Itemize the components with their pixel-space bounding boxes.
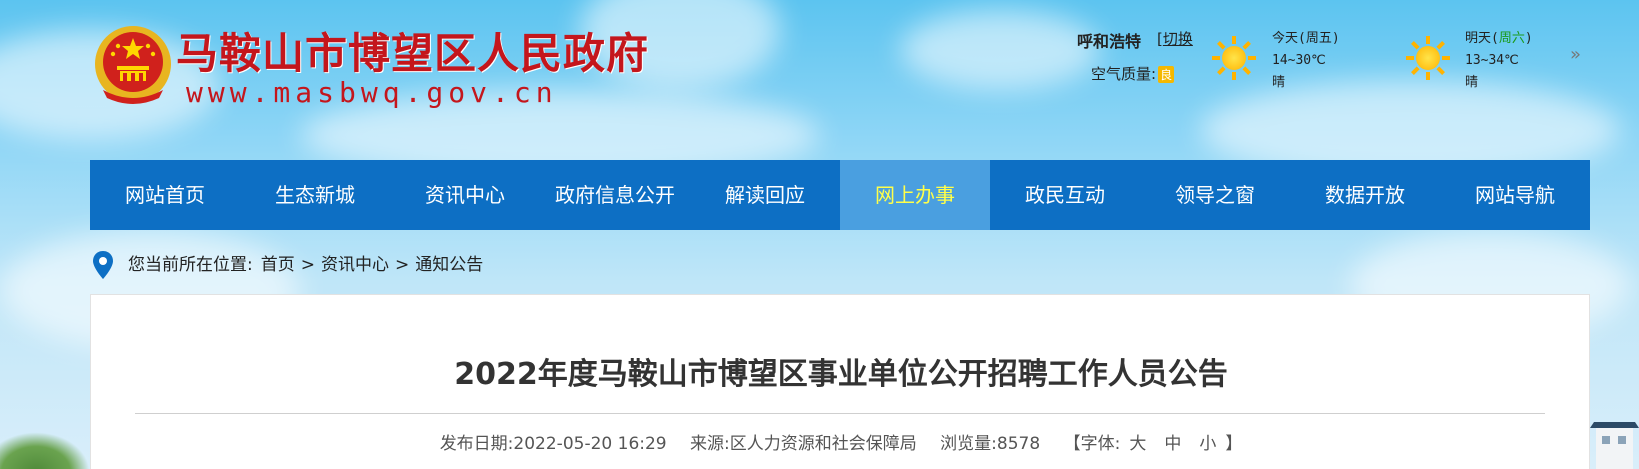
title-divider [135, 413, 1545, 414]
tomorrow-condition: 晴 [1465, 75, 1479, 90]
weather-tomorrow: 明天(周六) 13~34℃ 晴 [1465, 28, 1533, 94]
view-count: 浏览量:8578 [940, 434, 1040, 454]
site-header: 马鞍山市博望区人民政府 www.masbwq.gov.cn 呼和浩特 [切换 空… [0, 0, 1639, 160]
article-meta: 发布日期:2022-05-20 16:29 来源:区人力资源和社会保障局 浏览量… [91, 429, 1591, 454]
breadcrumb: 您当前所在位置: 首页 > 资讯中心 > 通知公告 [92, 250, 483, 280]
nav-item-open-data[interactable]: 数据开放 [1290, 160, 1440, 230]
article-title: 2022年度马鞍山市博望区事业单位公开招聘工作人员公告 [454, 357, 1228, 392]
source-label: 来源: [690, 434, 730, 454]
today-label: 今天 [1272, 31, 1299, 46]
font-size-controls: 【字体: 大中小】 [1064, 434, 1243, 454]
national-emblem-logo [95, 26, 171, 104]
nav-item-home[interactable]: 网站首页 [90, 160, 240, 230]
breadcrumb-news[interactable]: 资讯中心 [321, 250, 389, 280]
breadcrumb-notices[interactable]: 通知公告 [415, 250, 483, 280]
publish-label: 发布日期: [439, 434, 514, 454]
today-condition: 晴 [1272, 75, 1286, 90]
air-quality-label: 空气质量: [1091, 65, 1157, 83]
nav-item-site-map[interactable]: 网站导航 [1440, 160, 1590, 230]
decorative-building [1590, 422, 1639, 469]
font-small-button[interactable]: 小 [1199, 434, 1216, 454]
today-temp: 14~30℃ [1272, 53, 1326, 68]
views-label: 浏览量: [940, 434, 997, 454]
tomorrow-paren-open: ( [1491, 31, 1499, 46]
nav-item-info-disclosure[interactable]: 政府信息公开 [540, 160, 690, 230]
breadcrumb-separator: > [394, 255, 410, 275]
tomorrow-weekday: 周六 [1498, 31, 1525, 46]
double-chevron-right-icon[interactable]: » [1570, 44, 1581, 65]
site-url[interactable]: www.masbwq.gov.cn [186, 76, 558, 109]
publish-date: 发布日期:2022-05-20 16:29 [440, 434, 667, 454]
nav-item-eco-city[interactable]: 生态新城 [240, 160, 390, 230]
sun-icon [1406, 36, 1450, 80]
nav-item-interpretation[interactable]: 解读回应 [690, 160, 840, 230]
main-nav: 网站首页 生态新城 资讯中心 政府信息公开 解读回应 网上办事 政民互动 领导之… [90, 160, 1590, 230]
article-source: 来源:区人力资源和社会保障局 [690, 434, 917, 454]
views-value: 8578 [996, 434, 1041, 454]
breadcrumb-separator: > [300, 255, 315, 275]
tomorrow-label: 明天 [1465, 31, 1492, 46]
today-weekday: (周五) [1298, 31, 1340, 46]
sun-icon [1212, 36, 1256, 80]
weather-city: 呼和浩特 [1077, 32, 1142, 51]
location-pin-icon [93, 251, 113, 279]
decorative-trees [0, 432, 90, 469]
tomorrow-paren-close: ) [1524, 31, 1533, 46]
nav-item-leaders[interactable]: 领导之窗 [1140, 160, 1290, 230]
font-large-button[interactable]: 大 [1129, 434, 1146, 454]
font-label: 【字体: [1063, 434, 1121, 454]
air-quality: 空气质量: 良 [1091, 63, 1175, 84]
publish-value: 2022-05-20 16:29 [513, 434, 667, 454]
article-panel: 2022年度马鞍山市博望区事业单位公开招聘工作人员公告 发布日期:2022-05… [90, 294, 1590, 469]
site-title[interactable]: 马鞍山市博望区人民政府 [176, 20, 649, 81]
font-label-close: 】 [1225, 434, 1243, 454]
city-switch-link[interactable]: [切换 [1157, 28, 1193, 49]
tomorrow-temp: 13~34℃ [1465, 53, 1519, 68]
breadcrumb-prefix: 您当前所在位置: [128, 255, 253, 275]
nav-item-online-services[interactable]: 网上办事 [840, 160, 990, 230]
weather-today: 今天(周五) 14~30℃ 晴 [1272, 28, 1340, 94]
nav-item-interaction[interactable]: 政民互动 [990, 160, 1140, 230]
breadcrumb-home[interactable]: 首页 [261, 250, 295, 280]
source-value: 区人力资源和社会保障局 [729, 434, 917, 454]
nav-item-news[interactable]: 资讯中心 [390, 160, 540, 230]
air-quality-badge: 良 [1158, 66, 1175, 83]
city-switch-label[interactable]: 切换 [1163, 30, 1193, 48]
font-medium-button[interactable]: 中 [1164, 434, 1181, 454]
